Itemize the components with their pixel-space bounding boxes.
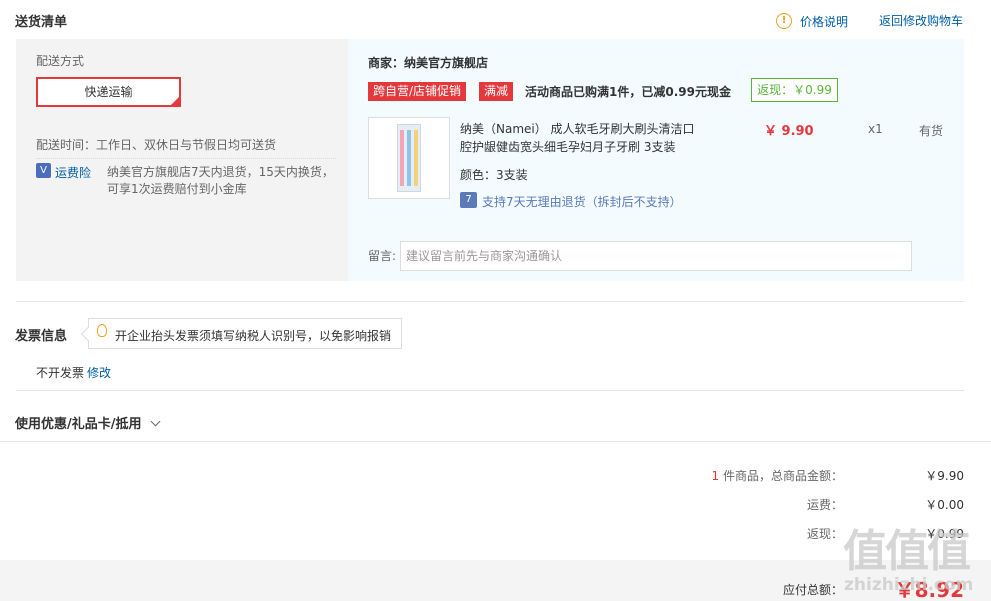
product-color: 颜色：3支装	[460, 168, 528, 182]
back-to-cart-link[interactable]: 返回修改购物车	[879, 12, 963, 29]
shield-icon: V	[36, 163, 51, 178]
product-name-line2[interactable]: 腔护龈健齿宽头细毛孕妇月子牙刷 3支装	[460, 138, 675, 155]
items-total-label: 1 件商品，总商品金额：	[640, 467, 843, 484]
shipping-time: 配送时间：工作日、双休日与节假日均可送货	[36, 138, 277, 152]
chevron-down-icon	[150, 416, 161, 427]
express-shipping-label: 快递运输	[84, 85, 133, 99]
product-price: ￥ 9.90	[764, 124, 814, 139]
product-name-line1[interactable]: 纳美（Namei） 成人软毛牙刷大刷头清洁口	[460, 120, 695, 137]
cashback-label: 返现：	[806, 527, 843, 541]
price-info-link[interactable]: 价格说明	[800, 13, 848, 30]
product-quantity: x1	[868, 122, 883, 136]
watermark-logo: 值值值	[843, 526, 971, 577]
note-input[interactable]: 建议留言前先与商家沟通确认	[400, 241, 912, 271]
toothbrush-yellow	[414, 130, 418, 186]
divider	[16, 390, 964, 391]
items-total-value: ￥9.90	[925, 469, 964, 483]
stock-status: 有货	[919, 124, 944, 138]
toothbrush-pink	[400, 130, 404, 186]
info-icon: !	[776, 13, 792, 29]
divider	[0, 441, 991, 442]
note-label: 留言:	[368, 249, 397, 263]
item-count: 1	[711, 469, 720, 483]
shipping-method-label: 配送方式	[36, 54, 85, 68]
lightbulb-icon	[97, 324, 107, 337]
page-title: 送货清单	[15, 15, 68, 30]
divider	[36, 158, 336, 159]
coupon-title: 使用优惠/礼品卡/抵用	[15, 417, 142, 432]
divider	[16, 301, 964, 302]
promo-tag: 跨自营/店铺促销	[368, 82, 467, 101]
invoice-title: 发票信息	[15, 329, 68, 344]
discount-tag: 满减	[479, 82, 514, 101]
watermark-url: zhizhizhi.com	[844, 575, 974, 595]
express-shipping-button[interactable]: 快递运输 ✓	[36, 77, 181, 107]
merchant-name: 商家：纳美官方旗舰店	[368, 56, 489, 70]
cashback-badge: 返现：￥0.99	[751, 78, 838, 102]
invoice-tip-text: 开企业抬头发票须填写纳税人识别号，以免影响报销	[115, 329, 392, 343]
coupon-toggle[interactable]: 使用优惠/礼品卡/抵用	[15, 413, 161, 432]
toothbrush-blue	[407, 130, 411, 186]
product-image[interactable]	[368, 117, 450, 199]
invoice-tip: 开企业抬头发票须填写纳税人识别号，以免影响报销	[80, 318, 402, 349]
freight-insurance-link[interactable]: 运费险	[55, 164, 91, 181]
items-label-text: 件商品，总商品金额：	[722, 469, 843, 483]
shipping-panel	[16, 39, 348, 281]
tip-arrow	[80, 326, 96, 342]
promo-text: 活动商品已购满1件，已减0.99元现金	[525, 85, 731, 99]
insurance-desc-1: 纳美官方旗舰店7天内退货，15天内换货，	[107, 165, 334, 179]
total-label: 应付总额：	[782, 583, 843, 597]
insurance-desc-2: 可享1次运费赔付到小金库	[107, 182, 247, 196]
invoice-status: 不开发票	[36, 366, 85, 380]
check-icon: ✓	[171, 96, 178, 105]
return-icon: 7	[460, 192, 477, 208]
shipping-fee-label: 运费：	[806, 498, 843, 512]
invoice-edit-link[interactable]: 修改	[87, 364, 111, 381]
shipping-fee-value: ￥0.00	[925, 498, 964, 512]
return-policy: 支持7天无理由退货（拆封后不支持）	[482, 195, 682, 209]
